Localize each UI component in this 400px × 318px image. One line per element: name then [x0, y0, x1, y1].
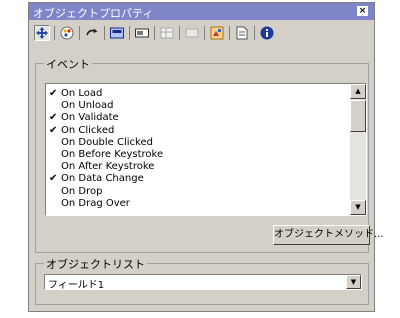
info-icon[interactable] — [259, 25, 275, 41]
scroll-thumb[interactable] — [350, 100, 366, 132]
rectangle-icon[interactable] — [184, 25, 200, 41]
image-icon[interactable] — [209, 25, 225, 41]
picture-icon[interactable] — [109, 25, 125, 41]
color-palette-icon[interactable] — [59, 25, 75, 41]
dropdown-arrow-icon[interactable]: ▼ — [346, 275, 361, 289]
event-label: On Clicked — [61, 124, 115, 136]
object-method-button[interactable]: オブジェクトメソッド... — [273, 225, 384, 245]
events-listbox[interactable]: ✔ On Load On Unload ✔ On Validate ✔ On Clicked… — [45, 83, 367, 216]
curved-arrow-icon[interactable] — [84, 25, 100, 41]
checkmark-icon: ✔ — [49, 124, 58, 136]
event-label: On Data Change — [61, 173, 144, 185]
text-field-icon[interactable] — [134, 25, 150, 41]
checkmark-icon: ✔ — [49, 88, 58, 99]
event-label: On Drop — [61, 185, 103, 197]
event-label: On Unload — [61, 100, 114, 112]
window-title: オブジェクトプロパティ — [33, 7, 154, 20]
object-properties-window: オブジェクトプロパティ × イベント ✔ On Load On Unload ✔… — [28, 2, 384, 312]
event-label: On Drag Over — [61, 197, 130, 209]
scroll-down-button[interactable]: ▼ — [350, 200, 366, 215]
title-bar[interactable]: オブジェクトプロパティ × — [29, 3, 374, 20]
close-button[interactable]: × — [357, 6, 368, 16]
page-icon[interactable] — [234, 25, 250, 41]
move-arrows-icon[interactable] — [34, 25, 50, 41]
event-label: On Load — [61, 88, 103, 99]
object-list-selected: フィールド1 — [48, 280, 105, 291]
property-toolbar — [29, 22, 374, 44]
table-icon[interactable] — [159, 25, 175, 41]
events-group-label: イベント — [44, 56, 92, 72]
scroll-up-button[interactable]: ▲ — [350, 84, 366, 99]
event-label: On After Keystroke — [61, 161, 155, 173]
event-label: On Double Clicked — [61, 136, 153, 148]
object-list-group-label: オブジェクトリスト — [44, 256, 147, 272]
checkmark-icon: ✔ — [49, 112, 58, 124]
object-list-dropdown[interactable]: フィールド1 ▼ — [44, 274, 362, 291]
events-scrollbar[interactable]: ▲ ▼ — [350, 84, 366, 215]
event-label: On Validate — [61, 112, 119, 124]
event-label: On Before Keystroke — [61, 149, 164, 160]
checkmark-icon: ✔ — [49, 173, 58, 185]
